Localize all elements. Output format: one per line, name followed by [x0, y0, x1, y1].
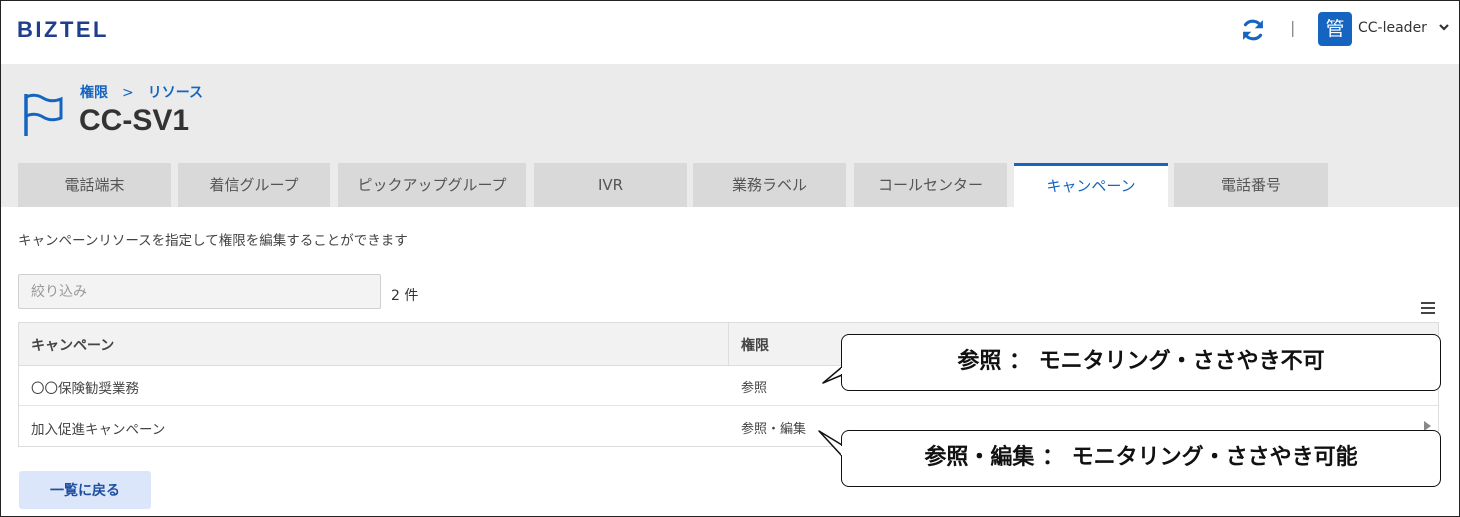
- tab-ivr[interactable]: IVR: [534, 163, 687, 207]
- breadcrumb-root[interactable]: 権限: [80, 82, 108, 102]
- breadcrumb-current[interactable]: リソース: [148, 82, 203, 102]
- tab-business-label[interactable]: 業務ラベル: [693, 163, 846, 207]
- tab-phone-number[interactable]: 電話番号: [1174, 163, 1328, 207]
- reload-icon[interactable]: [1239, 16, 1267, 44]
- breadcrumb: 権限 > リソース: [80, 82, 203, 102]
- app-window: BIZTEL | 管 CC-leader 権限 > リソース CC-SV1 電話端末…: [0, 0, 1460, 517]
- tab-campaign[interactable]: キャンペーン: [1014, 163, 1168, 207]
- permission-value: 参照: [741, 381, 768, 396]
- description-text: キャンペーンリソースを指定して権限を編集することができます: [18, 233, 408, 249]
- campaign-name: 〇〇保険勧奨業務: [31, 381, 139, 397]
- tab-call-center[interactable]: コールセンター: [854, 163, 1007, 207]
- top-bar: BIZTEL | 管 CC-leader: [1, 1, 1459, 64]
- callout-view-edit: 参照・編集 ： モニタリング・ささやき可能: [841, 430, 1441, 487]
- tab-phone-device[interactable]: 電話端末: [18, 163, 171, 207]
- result-count: 2 件: [391, 288, 419, 304]
- topbar-separator: |: [1290, 18, 1296, 37]
- page-title: CC-SV1: [79, 104, 190, 137]
- filter-input[interactable]: [18, 274, 381, 309]
- breadcrumb-separator: >: [122, 85, 134, 101]
- column-header-permission[interactable]: 権限: [741, 335, 769, 355]
- tab-incoming-group[interactable]: 着信グループ: [178, 163, 330, 207]
- tab-pickup-group[interactable]: ピックアップグループ: [338, 163, 526, 207]
- hamburger-menu-icon[interactable]: [1420, 301, 1436, 315]
- flag-icon: [24, 93, 63, 136]
- permission-value: 参照・編集: [741, 422, 807, 437]
- username[interactable]: CC-leader: [1358, 20, 1427, 36]
- column-divider: [728, 323, 729, 365]
- avatar[interactable]: 管: [1318, 12, 1352, 46]
- callout-view-only: 参照 ： モニタリング・ささやき不可: [841, 334, 1441, 391]
- chevron-down-icon[interactable]: [1437, 20, 1451, 34]
- campaign-name: 加入促進キャンペーン: [31, 422, 166, 438]
- column-header-campaign[interactable]: キャンペーン: [31, 335, 114, 355]
- biztel-logo[interactable]: BIZTEL: [17, 17, 109, 43]
- page-header: 権限 > リソース CC-SV1 電話端末 着信グループ ピックアップグループ IV…: [1, 64, 1459, 207]
- back-to-list-button[interactable]: 一覧に戻る: [19, 471, 151, 509]
